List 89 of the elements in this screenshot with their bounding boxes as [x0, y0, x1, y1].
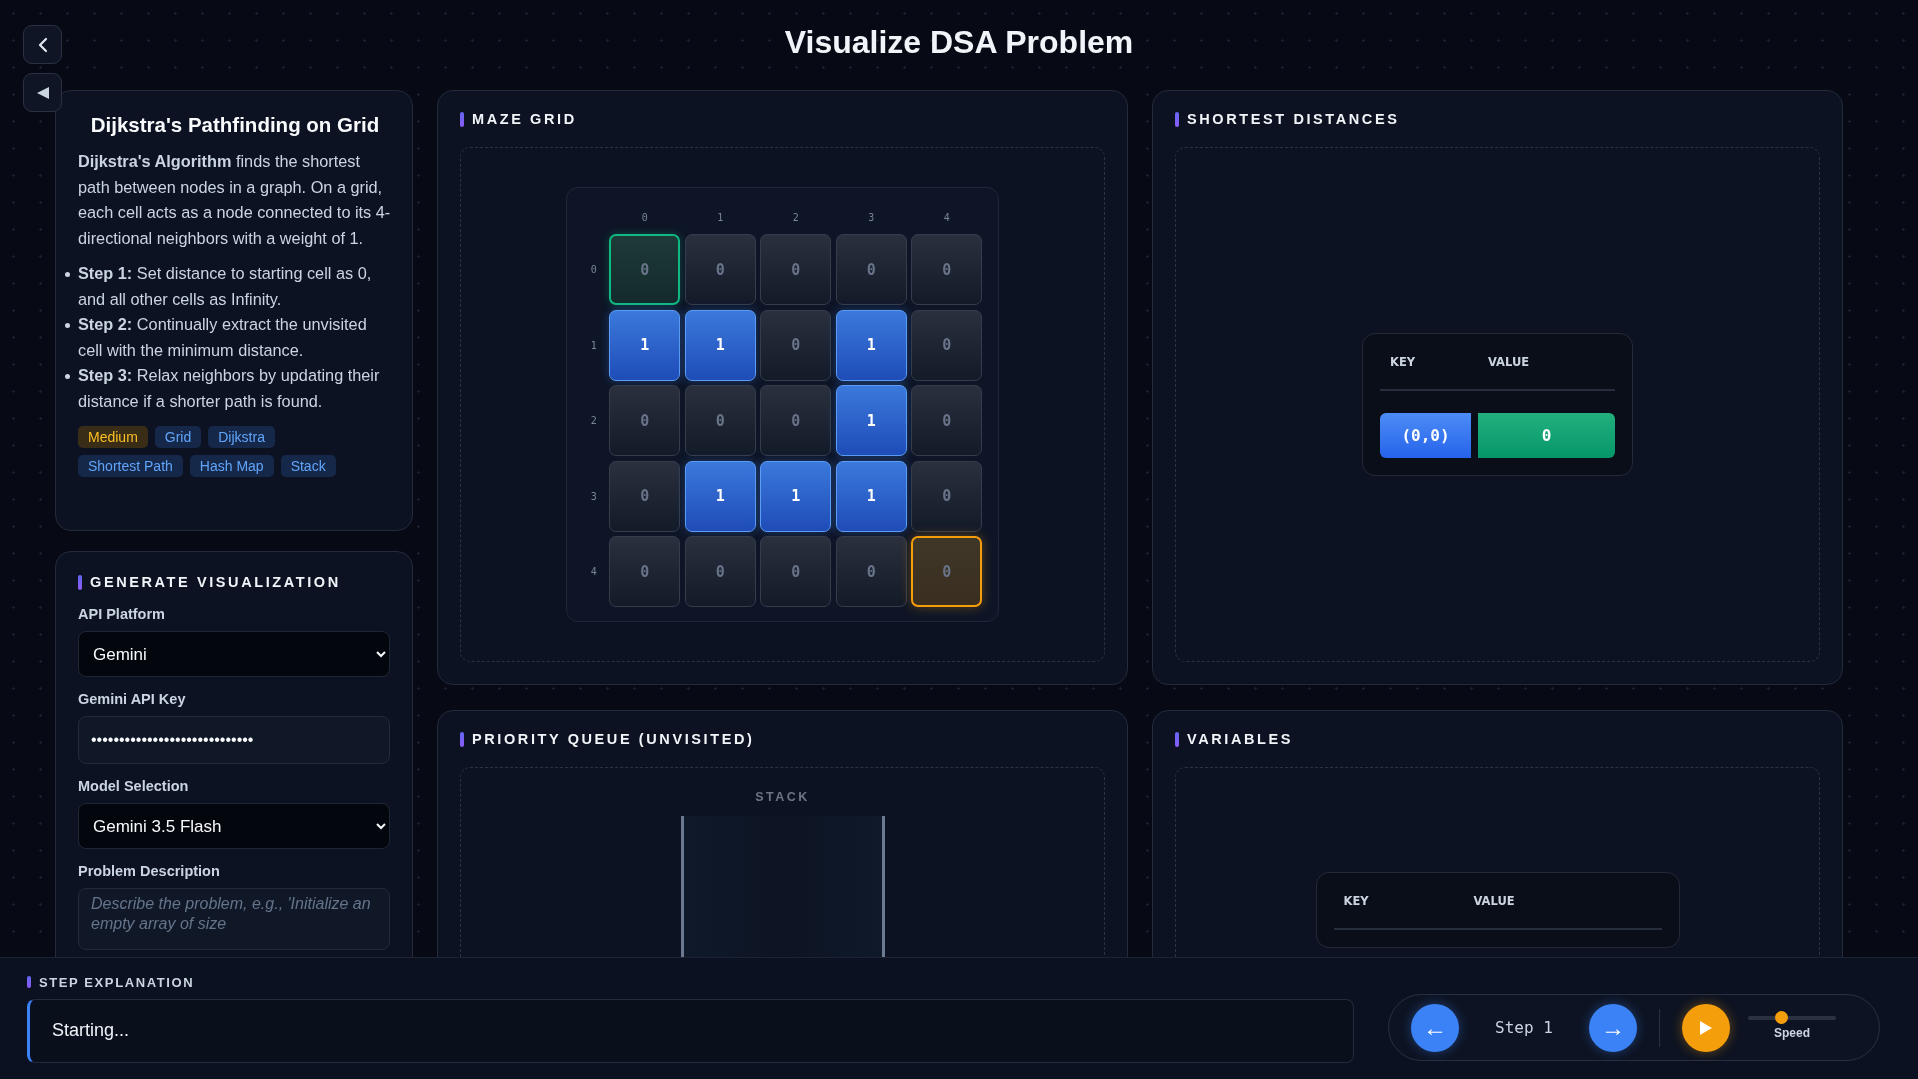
value-chip: 0 [1478, 413, 1615, 458]
collapse-button[interactable] [23, 73, 62, 112]
key-chip: (0,0) [1380, 413, 1471, 458]
grid-cell: 0 [911, 385, 983, 457]
column-header: VALUE [1473, 893, 1515, 908]
section-title: GENERATE VISUALIZATION [90, 574, 341, 590]
wall-cell: 1 [835, 460, 907, 532]
field-label: Model Selection [78, 778, 190, 794]
grid-cell: 0 [684, 385, 756, 457]
grid-cell: 0 [835, 536, 907, 608]
wall-cell: 1 [684, 309, 756, 381]
bullet-icon [65, 272, 70, 277]
previous-step-button[interactable]: ← [1411, 1003, 1459, 1052]
play-icon [1699, 1019, 1713, 1036]
grid-cell: 0 [911, 460, 983, 532]
topic-tag: Shortest Path [78, 455, 183, 477]
column-index: 1 [716, 212, 725, 224]
wall-cell: 1 [684, 460, 756, 532]
step-text: Step 1: Set distance to starting cell as 0, and all other cells as Infinity. [78, 263, 373, 310]
grid-cell: 0 [760, 234, 832, 306]
section-title: VARIABLES [1187, 731, 1294, 747]
grid-cell: 0 [684, 234, 756, 306]
row-index: 4 [590, 566, 597, 578]
wall-cell: 1 [835, 309, 907, 381]
grid-cell: 0 [911, 309, 983, 381]
explanation-text: Starting... [27, 998, 1354, 1063]
problem-title: Dijkstra's Pathfinding on Grid [89, 113, 381, 137]
topic-tag: Dijkstra [208, 426, 275, 448]
field-label: API Platform [78, 606, 166, 622]
back-button[interactable] [23, 25, 62, 64]
play-button[interactable] [1682, 1003, 1730, 1052]
grid-cell: 0 [911, 234, 983, 306]
description-field[interactable]: Describe the problem, e.g., 'Initialize an empty array of size [78, 888, 390, 950]
grid-cell: 0 [609, 385, 681, 457]
speed-label: Speed [1774, 1025, 1810, 1040]
bullet-icon [65, 323, 70, 328]
stack-label: STACK [755, 790, 810, 804]
next-step-button[interactable]: → [1589, 1003, 1637, 1052]
topic-tag: Hash Map [189, 455, 274, 477]
triangle-left-icon [35, 85, 50, 100]
accent-bar [27, 976, 31, 988]
grid-cell: 0 [760, 536, 832, 608]
section-title: PRIORITY QUEUE (UNVISITED) [472, 731, 755, 747]
row-index: 3 [590, 490, 597, 502]
column-header: VALUE [1488, 354, 1530, 369]
row-index: 1 [590, 339, 597, 351]
api-key-field[interactable]: ••••••••••••••••••••••••••••• [78, 716, 390, 764]
grid-cell: 0 [760, 309, 832, 381]
field-label: Gemini API Key [78, 691, 187, 707]
start-cell: 0 [609, 234, 681, 306]
step-text: Step 2: Continually extract the unvisited cell with the minimum distance. [78, 314, 368, 361]
row-index: 0 [590, 264, 597, 276]
topic-tag: Grid [154, 426, 202, 448]
grid-cell: 0 [684, 536, 756, 608]
wall-cell: 1 [609, 309, 681, 381]
accent-bar [1175, 111, 1179, 127]
problem-description: Dijkstra's Algorithm finds the shortest path between nodes in a graph. On a grid, each cell acts as a node connected to its 4-directional neighbors with a weight of 1. [78, 151, 392, 249]
section-title: SHORTEST DISTANCES [1187, 111, 1400, 127]
page-title: Visualize DSA Problem [784, 24, 1134, 62]
column-index: 2 [791, 212, 800, 224]
section-title: STEP EXPLANATION [39, 974, 195, 990]
grid-cell: 0 [760, 385, 832, 457]
column-header: KEY [1390, 354, 1417, 369]
dropdown[interactable]: Gemini [78, 631, 390, 677]
bullet-icon [65, 374, 70, 379]
accent-bar [460, 731, 464, 747]
target-cell: 0 [911, 536, 983, 608]
step-counter: Step 1 [1494, 1018, 1554, 1037]
accent-bar [78, 574, 82, 590]
column-index: 0 [640, 212, 649, 224]
field-label: Problem Description [78, 863, 221, 879]
dropdown[interactable]: Gemini 3.5 Flash [78, 803, 390, 849]
column-header: KEY [1343, 893, 1370, 908]
accent-bar [1175, 731, 1179, 747]
wall-cell: 1 [760, 460, 832, 532]
accent-bar [460, 111, 464, 127]
chevron-left-icon [37, 36, 48, 53]
row-index: 2 [590, 415, 597, 427]
topic-tag: Stack [280, 455, 336, 477]
wall-cell: 1 [835, 385, 907, 457]
grid-cell: 0 [835, 234, 907, 306]
column-index: 4 [942, 212, 951, 224]
slider-thumb[interactable] [1775, 1010, 1789, 1024]
column-index: 3 [867, 212, 876, 224]
section-title: MAZE GRID [472, 111, 577, 127]
grid-cell: 0 [609, 460, 681, 532]
difficulty-tag: Medium [78, 426, 148, 448]
step-text: Step 3: Relax neighbors by updating their distance if a shorter path is found. [78, 365, 381, 412]
grid-cell: 0 [609, 536, 681, 608]
